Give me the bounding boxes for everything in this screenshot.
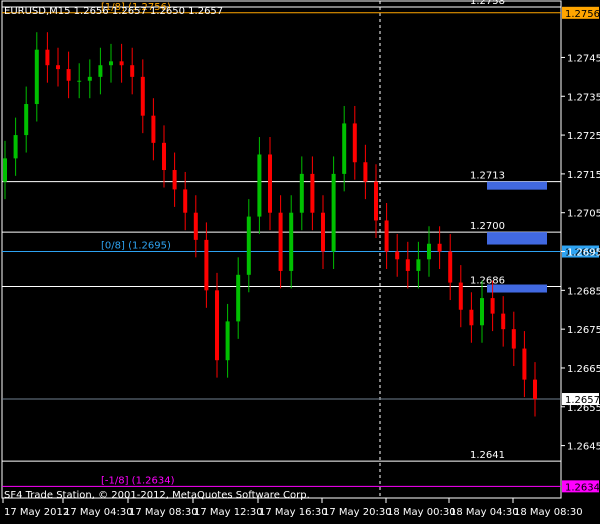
y-tick-label: 1.2695 — [567, 248, 600, 259]
target-zone — [487, 181, 547, 190]
x-tick-label: 17 May 2012 — [4, 507, 69, 518]
candle-body — [289, 212, 294, 271]
candle-body — [56, 65, 60, 70]
candle-body — [374, 181, 378, 221]
candle-body — [458, 282, 463, 310]
x-tick-label: 17 May 08:30 — [129, 507, 198, 518]
candle-body — [268, 154, 272, 213]
y-tick-label: 1.2725 — [567, 131, 600, 142]
candle-body — [490, 298, 495, 314]
target-zone — [487, 232, 547, 245]
candle-body — [66, 69, 71, 81]
x-tick-label: 17 May 20:30 — [323, 507, 392, 518]
price-box-label: 1.2634 — [565, 482, 600, 493]
candle-body — [278, 212, 283, 271]
candle-body — [522, 348, 527, 380]
candle-body — [140, 76, 145, 116]
candle-body — [98, 65, 103, 77]
y-tick-label: 1.2685 — [567, 286, 600, 297]
candle-body — [183, 189, 188, 213]
level-name-label: [0/8] (1.2695) — [101, 241, 171, 252]
candle-body — [469, 309, 474, 326]
candle-body — [257, 154, 262, 217]
candle-body — [204, 239, 209, 291]
candle-body — [405, 259, 410, 271]
level-name-label: [-1/8] (1.2634) — [101, 475, 175, 486]
level-value-label: 1.2700 — [470, 221, 505, 232]
candle-body — [3, 158, 7, 182]
candle-body — [172, 170, 177, 190]
y-tick-label: 1.2645 — [567, 442, 600, 453]
candle-body — [427, 243, 431, 260]
candle-body — [352, 123, 357, 163]
candle-body — [236, 274, 241, 322]
candle-body — [77, 80, 82, 82]
price-chart: 1.2758[1/8] (1.2756)1.27561.27131.2700[0… — [0, 0, 600, 520]
y-tick-label: 1.2745 — [567, 53, 600, 64]
candle-body — [87, 76, 92, 81]
y-tick-label: 1.2705 — [567, 209, 600, 220]
candle-body — [395, 251, 400, 260]
copyright-footer: SF4 Trade Station, © 2001-2012, MetaQuot… — [4, 490, 310, 501]
level-value-label: 1.2641 — [470, 450, 505, 461]
candle-body — [225, 321, 230, 361]
level-value-label: 1.2758 — [470, 0, 505, 7]
candle-body — [45, 49, 50, 66]
candle-body — [109, 61, 113, 66]
candle-body — [13, 135, 18, 159]
candle-body — [501, 313, 506, 330]
candle-body — [533, 379, 537, 400]
level-value-label: 1.2713 — [470, 171, 505, 182]
candle-body — [480, 298, 484, 326]
candle-body — [321, 212, 325, 252]
target-zone — [487, 284, 547, 293]
candle-body — [119, 61, 124, 66]
candle-body — [151, 115, 156, 143]
candle-body — [299, 173, 304, 213]
candle-body — [342, 123, 347, 174]
candle-body — [416, 259, 421, 271]
candle-body — [193, 212, 198, 240]
price-box-label: 1.2756 — [565, 9, 600, 20]
chart-window: 1.2758 [1/8] (1.2756) 1.2756 1.2713 1.2700 [0… — [0, 0, 600, 520]
candle-body — [363, 162, 368, 182]
candle-body — [448, 251, 453, 283]
x-tick-label: 18 May 00:30 — [387, 507, 456, 518]
y-tick-label: 1.2675 — [567, 325, 600, 336]
candle-body — [310, 173, 315, 213]
symbol-header: EURUSD,M15 1.2656 1.2657 1.2650 1.2657 — [4, 6, 223, 17]
candle-body — [162, 142, 166, 171]
x-tick-label: 17 May 16:30 — [259, 507, 328, 518]
candle-body — [246, 216, 251, 275]
candle-body — [130, 65, 135, 77]
x-tick-label: 18 May 08:30 — [514, 507, 583, 518]
y-tick-label: 1.2715 — [567, 170, 600, 181]
x-tick-label: 17 May 04:30 — [64, 507, 133, 518]
candle-body — [511, 329, 516, 349]
candle-body — [331, 173, 336, 252]
candle-body — [215, 290, 219, 361]
candle-body — [384, 220, 389, 252]
y-tick-label: 1.2735 — [567, 92, 600, 103]
candle-body — [34, 49, 39, 105]
x-tick-label: 18 May 04:30 — [450, 507, 519, 518]
candle-body — [437, 243, 442, 252]
y-tick-label: 1.2655 — [567, 403, 600, 414]
candle-body — [24, 104, 29, 136]
y-tick-label: 1.2665 — [567, 364, 600, 375]
x-tick-label: 17 May 12:30 — [194, 507, 263, 518]
